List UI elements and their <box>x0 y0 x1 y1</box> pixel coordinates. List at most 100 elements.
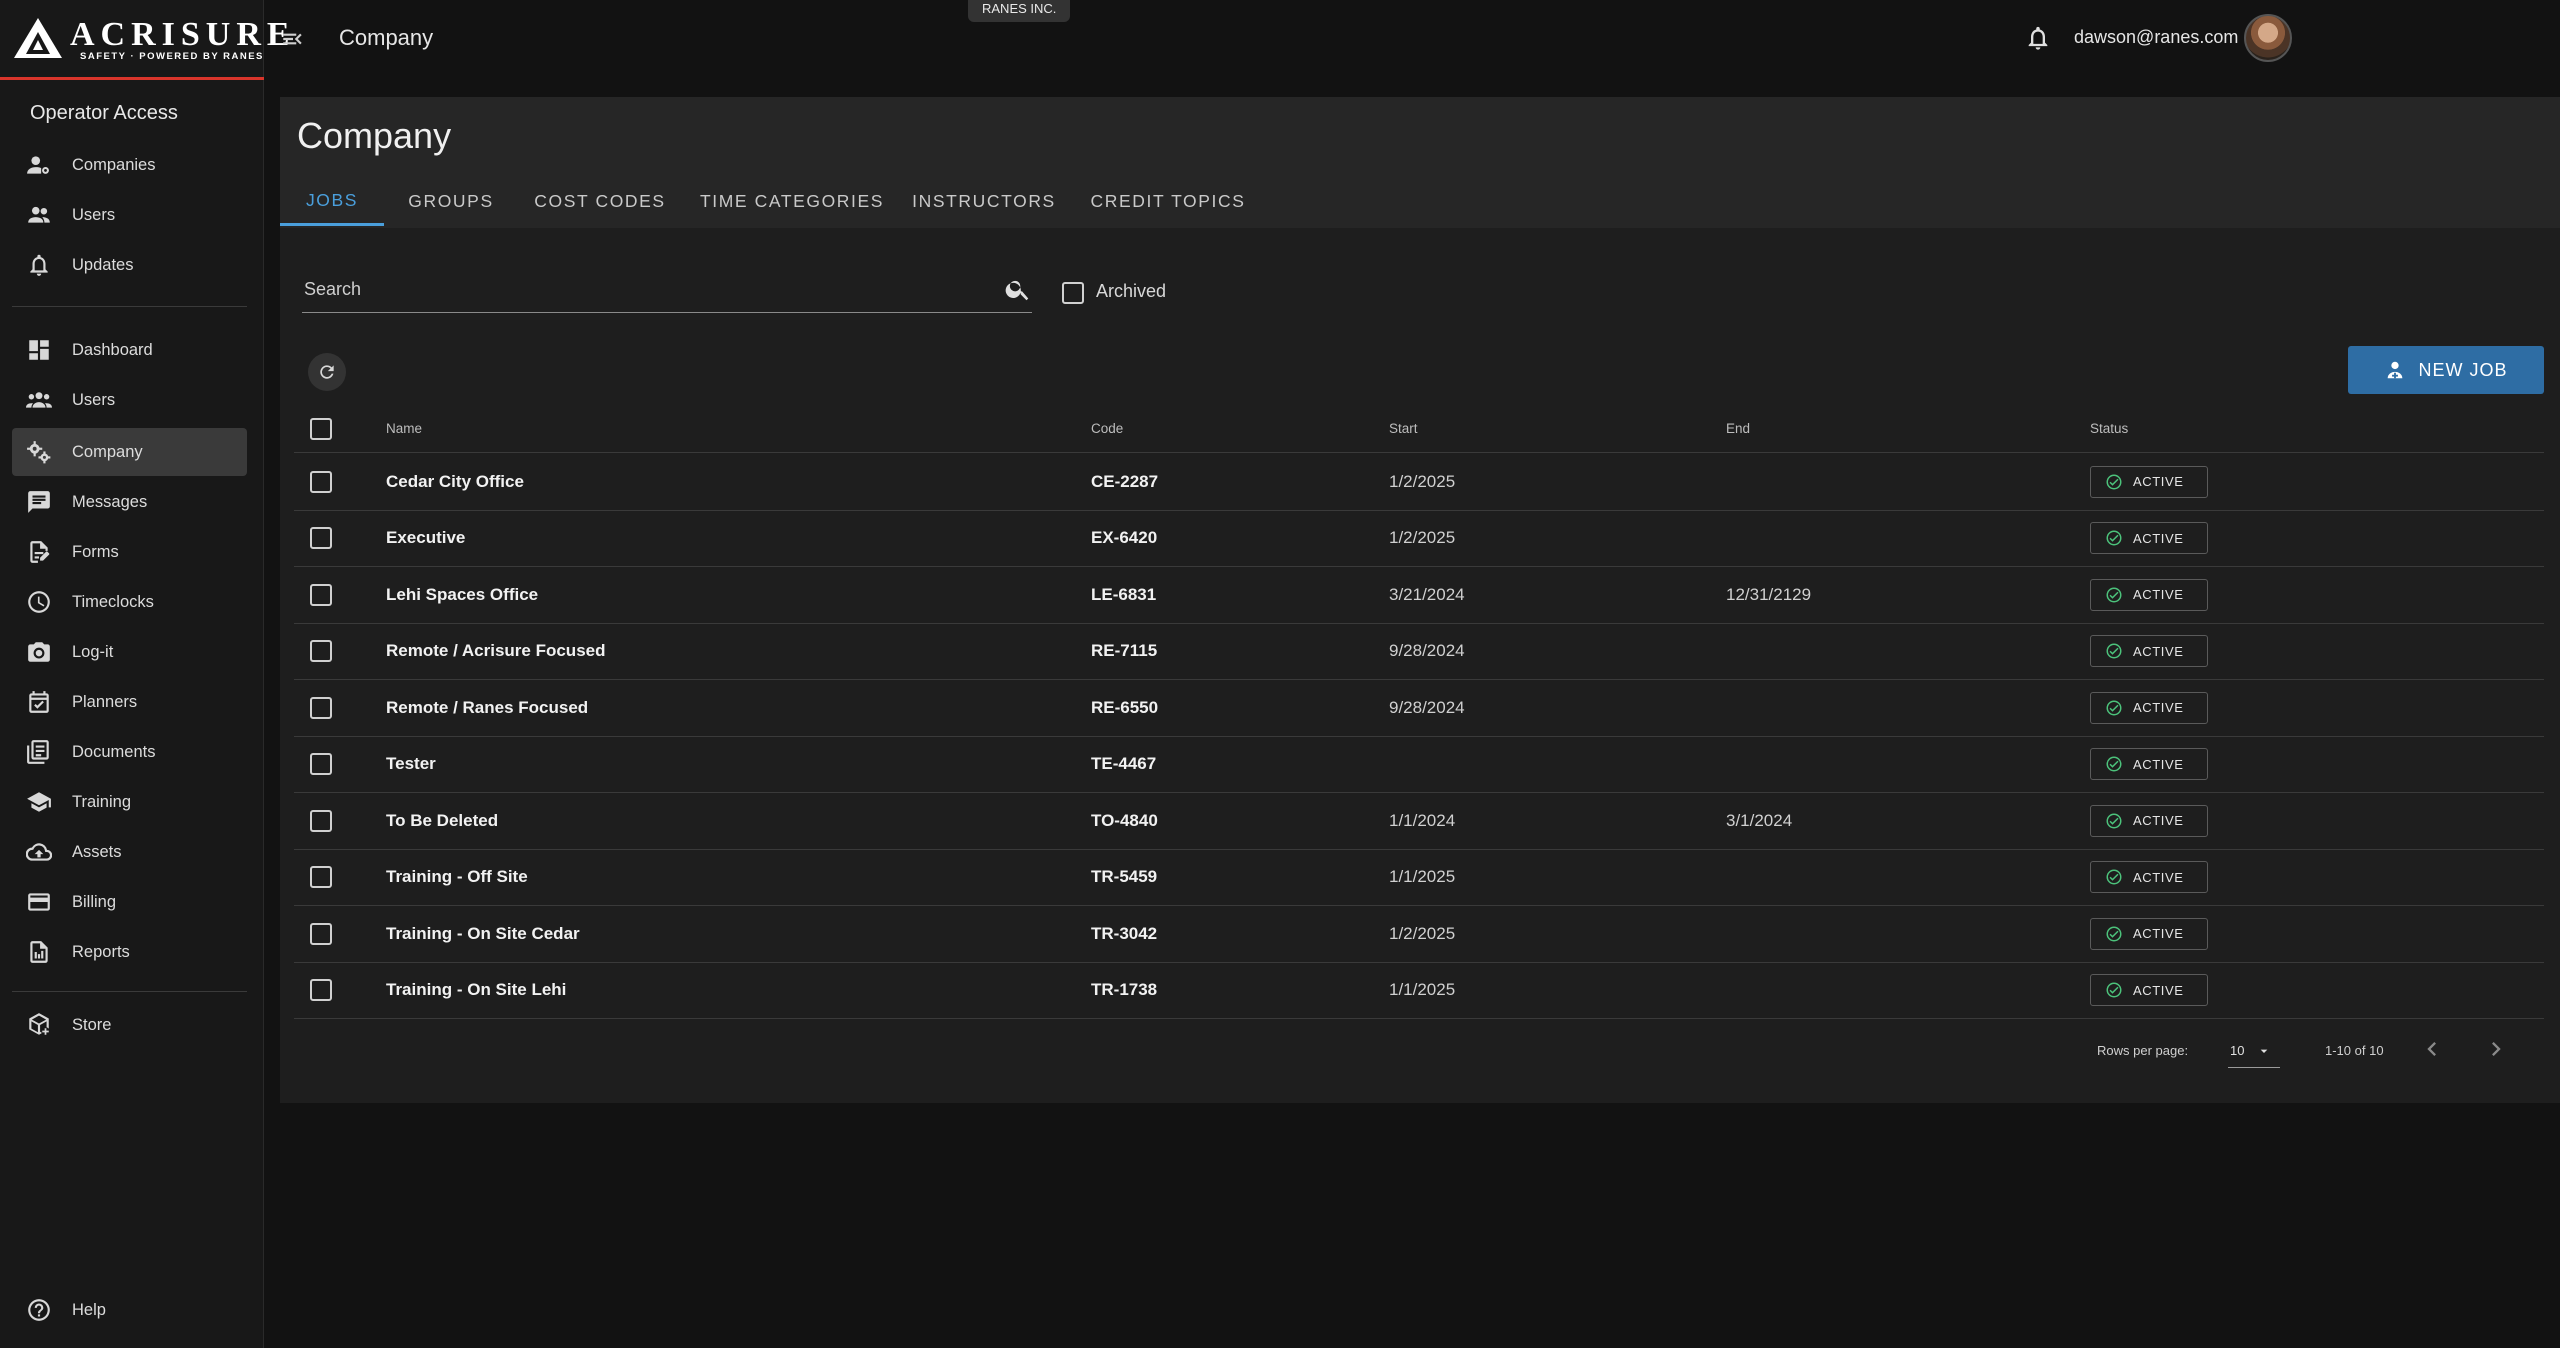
row-checkbox-cell <box>310 906 332 962</box>
tab-groups[interactable]: GROUPS <box>395 177 507 226</box>
row-checkbox[interactable] <box>310 583 332 606</box>
table-row[interactable]: Training - Off Site TR-5459 1/1/2025 ACTIVE <box>294 850 2544 906</box>
status-label: ACTIVE <box>2133 587 2184 603</box>
table-row[interactable]: Remote / Ranes Focused RE-6550 9/28/2024 AC… <box>294 680 2544 737</box>
next-page-button[interactable] <box>2482 1035 2510 1063</box>
job-start-date: 1/2/2025 <box>1389 528 1456 548</box>
previous-page-button[interactable] <box>2418 1035 2446 1063</box>
sidebar: ACRISURE SAFETY · POWERED BY RANES Opera… <box>0 0 290 1348</box>
row-checkbox-cell <box>310 680 332 736</box>
operator-access-title: Operator Access <box>30 102 178 124</box>
sidebar-item-updates[interactable]: Updates <box>12 241 247 289</box>
row-checkbox[interactable] <box>310 866 332 889</box>
status-cell: ACTIVE <box>2090 850 2208 906</box>
job-code: TR-1738 <box>1091 980 1158 1000</box>
job-name[interactable]: Training - Off Site <box>386 850 528 906</box>
sidebar-item-label: Help <box>72 1300 106 1319</box>
column-header-name[interactable]: Name <box>386 405 422 452</box>
row-checkbox[interactable] <box>310 470 332 493</box>
refresh-button[interactable] <box>308 353 346 391</box>
job-name[interactable]: Training - On Site Lehi <box>386 963 566 1019</box>
row-checkbox[interactable] <box>310 979 332 1002</box>
sidebar-item-operator-users[interactable]: Users <box>12 191 247 239</box>
column-header-code[interactable]: Code <box>1091 405 1123 452</box>
status-badge: ACTIVE <box>2090 578 2208 611</box>
job-name[interactable]: Lehi Spaces Office <box>386 567 538 623</box>
tab-cost-codes[interactable]: COST CODES <box>512 177 688 226</box>
job-name[interactable]: Cedar City Office <box>386 454 524 510</box>
top-bar-title: Company <box>339 25 434 50</box>
sidebar-item-label: Companies <box>72 155 156 174</box>
sidebar-item-billing[interactable]: Billing <box>12 878 247 926</box>
column-header-end[interactable]: End <box>1726 405 1750 452</box>
sidebar-item-store[interactable]: Store <box>12 1001 247 1049</box>
job-name[interactable]: Remote / Acrisure Focused <box>386 624 606 680</box>
sidebar-item-reports[interactable]: Reports <box>12 928 247 976</box>
row-checkbox[interactable] <box>310 527 332 550</box>
sidebar-item-log-it[interactable]: Log-it <box>12 628 247 676</box>
user-gear-icon <box>12 152 54 178</box>
job-name[interactable]: Tester <box>386 737 436 793</box>
sidebar-item-help[interactable]: Help <box>12 1286 247 1334</box>
job-start-date: 1/1/2025 <box>1389 980 1456 1000</box>
sidebar-item-label: Training <box>72 792 131 811</box>
table-row[interactable]: Lehi Spaces Office LE-6831 3/21/2024 12/31/… <box>294 567 2544 624</box>
table-row[interactable]: To Be Deleted TO-4840 1/1/2024 3/1/2024 ACTI… <box>294 793 2544 850</box>
sidebar-item-label: Messages <box>72 492 148 511</box>
status-cell: ACTIVE <box>2090 793 2208 849</box>
table-row[interactable]: Cedar City Office CE-2287 1/2/2025 ACTIVE <box>294 454 2544 511</box>
column-header-start[interactable]: Start <box>1389 405 1418 452</box>
search-input[interactable] <box>302 273 972 305</box>
sidebar-item-documents[interactable]: Documents <box>12 728 247 776</box>
notifications-bell-icon[interactable] <box>2024 24 2052 52</box>
job-name[interactable]: Training - On Site Cedar <box>386 906 580 962</box>
pagination-range: 1-10 of 10 <box>2325 1043 2384 1058</box>
job-end-date: 12/31/2129 <box>1726 584 1812 604</box>
status-label: ACTIVE <box>2133 926 2184 942</box>
archived-checkbox[interactable] <box>1062 282 1084 304</box>
sidebar-item-forms[interactable]: Forms <box>12 528 247 576</box>
select-all-checkbox[interactable] <box>310 417 332 440</box>
table-row[interactable]: Tester TE-4467 ACTIVE <box>294 737 2544 793</box>
check-circle-icon <box>2105 642 2133 660</box>
sidebar-item-dashboard[interactable]: Dashboard <box>12 326 247 374</box>
tab-credit-topics[interactable]: CREDIT TOPICS <box>1058 177 1278 226</box>
table-row[interactable]: Remote / Acrisure Focused RE-7115 9/28/202… <box>294 624 2544 680</box>
row-checkbox[interactable] <box>310 696 332 719</box>
status-cell: ACTIVE <box>2090 963 2208 1019</box>
sidebar-item-timeclocks[interactable]: Timeclocks <box>12 578 247 626</box>
table-row[interactable]: Training - On Site Cedar TR-3042 1/2/2025 A… <box>294 906 2544 963</box>
row-checkbox[interactable] <box>310 809 332 832</box>
search-icon[interactable] <box>1004 275 1032 303</box>
user-email[interactable]: dawson@ranes.com <box>2074 27 2238 48</box>
job-name[interactable]: To Be Deleted <box>386 793 498 849</box>
row-checkbox[interactable] <box>310 753 332 776</box>
status-label: ACTIVE <box>2133 643 2184 659</box>
job-name[interactable]: Remote / Ranes Focused <box>386 680 588 736</box>
sidebar-item-company[interactable]: Company <box>12 428 247 476</box>
rows-per-page-select[interactable]: 10 <box>2228 1034 2280 1068</box>
job-name[interactable]: Executive <box>386 511 465 567</box>
sidebar-item-training[interactable]: Training <box>12 778 247 826</box>
sidebar-item-planners[interactable]: Planners <box>12 678 247 726</box>
help-icon <box>12 1297 54 1323</box>
sidebar-divider <box>12 991 247 992</box>
new-job-button[interactable]: NEW JOB <box>2348 346 2544 394</box>
sidebar-item-assets[interactable]: Assets <box>12 828 247 876</box>
column-header-status[interactable]: Status <box>2090 405 2128 452</box>
sidebar-item-users[interactable]: Users <box>12 376 247 424</box>
bell-icon <box>12 252 54 278</box>
table-row[interactable]: Training - On Site Lehi TR-1738 1/1/2025 AC… <box>294 963 2544 1019</box>
menu-collapse-icon[interactable] <box>280 26 306 52</box>
avatar[interactable] <box>2244 14 2292 62</box>
environment-badge: RANES INC. <box>968 0 1071 22</box>
row-checkbox[interactable] <box>310 922 332 945</box>
sidebar-item-companies[interactable]: Companies <box>12 141 247 189</box>
brand-logo[interactable]: ACRISURE SAFETY · POWERED BY RANES <box>0 0 290 80</box>
sidebar-item-label: Updates <box>72 255 134 274</box>
table-row[interactable]: Executive EX-6420 1/2/2025 ACTIVE <box>294 511 2544 567</box>
row-checkbox[interactable] <box>310 640 332 663</box>
sidebar-item-messages[interactable]: Messages <box>12 478 247 526</box>
school-icon <box>12 789 54 815</box>
tab-jobs[interactable]: JOBS <box>280 177 384 226</box>
